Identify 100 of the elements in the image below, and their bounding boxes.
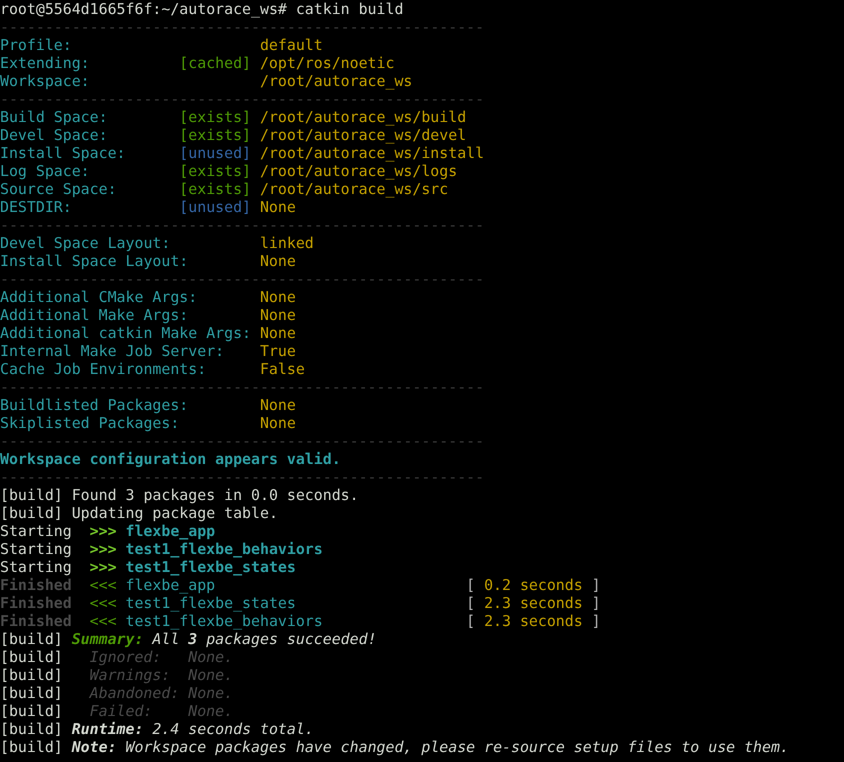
status-word: Starting bbox=[0, 522, 72, 540]
setting-value: /root/autorace_ws/src bbox=[260, 180, 448, 198]
result-value: None. bbox=[188, 702, 234, 720]
package-name: test1_flexbe_states bbox=[126, 558, 296, 576]
log-text: Updating package table. bbox=[72, 504, 278, 522]
note-label: Runtime: bbox=[72, 720, 144, 738]
setting-value: linked bbox=[260, 234, 314, 252]
package-name: test1_flexbe_behaviors bbox=[126, 540, 323, 558]
result-label: Failed: bbox=[90, 702, 152, 720]
status-word: Starting bbox=[0, 558, 72, 576]
result-label: Abandoned: bbox=[90, 684, 180, 702]
status-tag: [exists] bbox=[179, 108, 252, 126]
divider-text: ------------------------------------------------------ bbox=[0, 378, 484, 396]
setting-value: None bbox=[260, 414, 296, 432]
status-message: Workspace configuration appears valid. bbox=[0, 450, 341, 468]
setting-value: None bbox=[260, 288, 296, 306]
setting-label: Log Space: bbox=[0, 162, 90, 180]
setting-value: None bbox=[260, 252, 296, 270]
status-word: Finished bbox=[0, 594, 72, 612]
setting-value: False bbox=[260, 360, 305, 378]
result-label: Warnings: bbox=[90, 666, 170, 684]
setting-value: True bbox=[260, 342, 296, 360]
setting-value: /root/autorace_ws/logs bbox=[260, 162, 458, 180]
divider-text: ------------------------------------------------------ bbox=[0, 216, 484, 234]
setting-value: /root/autorace_ws/build bbox=[260, 108, 466, 126]
status-tag: [exists] bbox=[179, 180, 252, 198]
setting-value: None bbox=[260, 396, 296, 414]
setting-label: Additional catkin Make Args: bbox=[0, 324, 252, 342]
setting-label: Build Space: bbox=[0, 108, 108, 126]
package-name: test1_flexbe_states bbox=[126, 594, 296, 612]
arrow-marker: <<< bbox=[90, 612, 117, 630]
package-name: flexbe_app bbox=[126, 576, 216, 594]
duration-bracket: ] bbox=[592, 612, 601, 630]
setting-value: /root/autorace_ws/devel bbox=[260, 126, 466, 144]
divider-text: ------------------------------------------------------ bbox=[0, 90, 484, 108]
status-word: Starting bbox=[0, 540, 72, 558]
setting-value: /root/autorace_ws/install bbox=[260, 144, 484, 162]
note-text: 2.4 seconds total. bbox=[152, 720, 314, 738]
status-tag: [unused] bbox=[179, 144, 252, 162]
setting-value: /opt/ros/noetic bbox=[260, 54, 394, 72]
divider-text: ------------------------------------------------------ bbox=[0, 18, 484, 36]
duration-bracket: ] bbox=[592, 594, 601, 612]
summary-text: All 3 packages succeeded! bbox=[152, 630, 377, 648]
divider-text: ------------------------------------------------------ bbox=[0, 270, 484, 288]
divider-text: ------------------------------------------------------ bbox=[0, 468, 484, 486]
package-name: flexbe_app bbox=[126, 522, 216, 540]
log-text: Found 3 packages in 0.0 seconds. bbox=[72, 486, 359, 504]
setting-label: Workspace: bbox=[0, 72, 90, 90]
prompt-line: root@5564d1665f6f:~/autorace_ws# catkin build bbox=[0, 0, 404, 18]
setting-value: None bbox=[260, 198, 296, 216]
setting-label: Devel Space: bbox=[0, 126, 108, 144]
setting-label: Install Space: bbox=[0, 144, 126, 162]
setting-label: Cache Job Environments: bbox=[0, 360, 206, 378]
setting-label: DESTDIR: bbox=[0, 198, 72, 216]
status-tag: [exists] bbox=[179, 126, 252, 144]
setting-label: Buildlisted Packages: bbox=[0, 396, 188, 414]
setting-label: Skiplisted Packages: bbox=[0, 414, 180, 432]
duration-bracket: [ bbox=[466, 576, 476, 594]
duration-text: 2.3 seconds bbox=[484, 594, 583, 612]
summary-label: Summary: bbox=[72, 630, 144, 648]
setting-label: Source Space: bbox=[0, 180, 117, 198]
log-prefix: [build] bbox=[0, 486, 64, 504]
setting-label: Devel Space Layout: bbox=[0, 234, 170, 252]
setting-label: Internal Make Job Server: bbox=[0, 342, 224, 360]
divider-text: ------------------------------------------------------ bbox=[0, 432, 484, 450]
duration-bracket: [ bbox=[466, 594, 476, 612]
log-prefix: [build] bbox=[0, 504, 64, 522]
log-prefix: [build] bbox=[0, 684, 64, 702]
duration-text: 2.3 seconds bbox=[484, 612, 583, 630]
log-prefix: [build] bbox=[0, 630, 64, 648]
note-text: Workspace packages have changed, please re-source setup files to use them. bbox=[126, 738, 789, 756]
status-tag: [exists] bbox=[179, 162, 252, 180]
arrow-marker: >>> bbox=[90, 540, 117, 558]
duration-text: 0.2 seconds bbox=[484, 576, 583, 594]
status-tag: [unused] bbox=[179, 198, 252, 216]
note-label: Note: bbox=[72, 738, 117, 756]
log-prefix: [build] bbox=[0, 720, 64, 738]
status-tag: [cached] bbox=[179, 54, 252, 72]
log-prefix: [build] bbox=[0, 738, 64, 756]
result-value: None. bbox=[188, 684, 234, 702]
arrow-marker: >>> bbox=[90, 522, 117, 540]
setting-label: Profile: bbox=[0, 36, 72, 54]
arrow-marker: <<< bbox=[90, 594, 117, 612]
result-value: None. bbox=[188, 648, 234, 666]
setting-value: /root/autorace_ws bbox=[260, 72, 412, 90]
log-prefix: [build] bbox=[0, 648, 64, 666]
arrow-marker: >>> bbox=[90, 558, 117, 576]
status-word: Finished bbox=[0, 576, 72, 594]
setting-value: None bbox=[260, 306, 296, 324]
duration-bracket: [ bbox=[466, 612, 476, 630]
arrow-marker: <<< bbox=[90, 576, 117, 594]
setting-label: Extending: bbox=[0, 54, 90, 72]
setting-label: Install Space Layout: bbox=[0, 252, 188, 270]
duration-bracket: ] bbox=[592, 576, 601, 594]
status-word: Finished bbox=[0, 612, 72, 630]
setting-value: default bbox=[260, 36, 323, 54]
log-prefix: [build] bbox=[0, 666, 64, 684]
package-name: test1_flexbe_behaviors bbox=[126, 612, 323, 630]
setting-label: Additional Make Args: bbox=[0, 306, 188, 324]
setting-value: None bbox=[260, 324, 296, 342]
